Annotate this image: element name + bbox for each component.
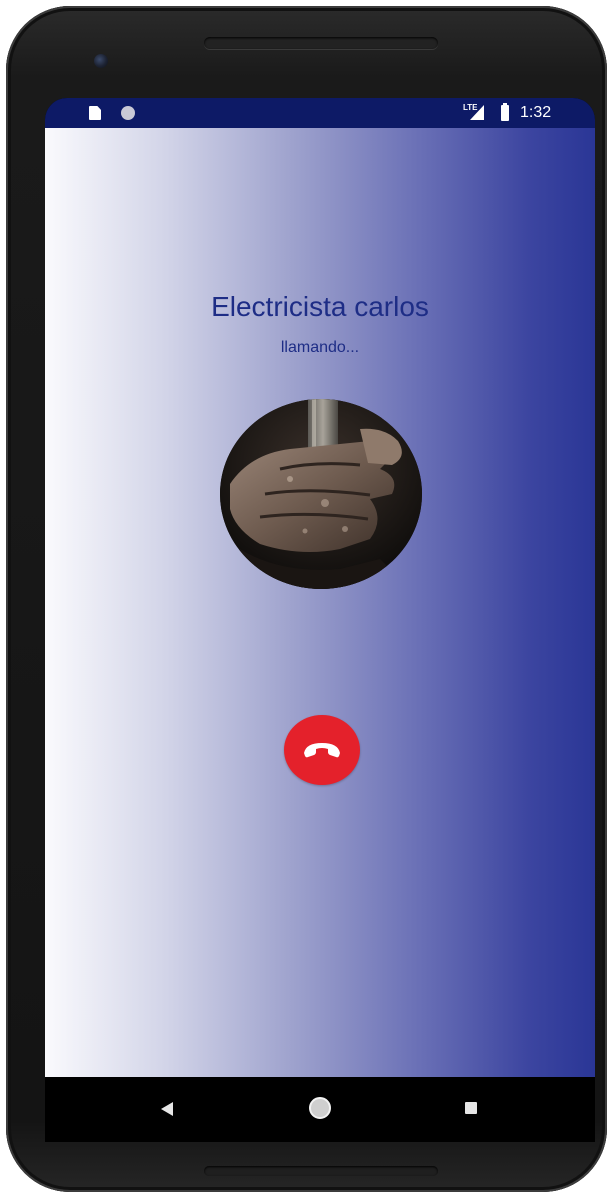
notification-dot-icon <box>121 106 135 120</box>
home-icon[interactable] <box>309 1097 331 1119</box>
caller-name: Electricista carlos <box>211 291 429 322</box>
phone-frame: LTE 1:32 Electricista carlos llamando... <box>6 6 607 1192</box>
clock: 1:32 <box>520 104 552 121</box>
caller-avatar <box>220 399 422 589</box>
sd-card-icon <box>89 106 101 120</box>
call-status: llamando... <box>280 339 360 356</box>
recents-icon[interactable] <box>465 1102 477 1114</box>
earpiece-speaker <box>204 37 438 49</box>
hands-photo <box>220 399 422 589</box>
device-screen: LTE 1:32 Electricista carlos llamando... <box>45 98 595 1142</box>
battery-icon <box>501 103 509 121</box>
status-bar: LTE 1:32 <box>45 98 595 128</box>
end-call-button[interactable] <box>284 715 360 785</box>
back-icon[interactable] <box>161 1102 173 1116</box>
front-camera <box>94 54 108 68</box>
navigation-bar <box>45 1077 595 1142</box>
call-screen: Electricista carlos llamando... <box>45 128 595 1077</box>
phone-hangup-icon <box>304 743 340 758</box>
signal-icon <box>470 105 484 120</box>
bottom-speaker <box>204 1166 438 1176</box>
